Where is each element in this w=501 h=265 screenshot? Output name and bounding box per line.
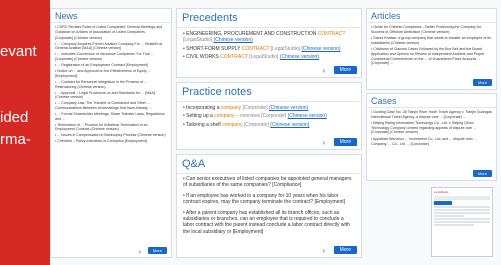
- precedents-more-button[interactable]: More: [333, 66, 357, 74]
- qa-next-arrow-icon[interactable]: ›: [322, 247, 325, 255]
- page-thumbnail[interactable]: LexisNexis: [431, 187, 493, 257]
- practice-note-item-text: • Setting up a: [183, 113, 215, 120]
- precedent-item-text: • SHORT-FORM SUPPLY: [183, 45, 242, 52]
- thumbnail-line: [434, 206, 490, 208]
- practice-note-item-keyword[interactable]: company: [214, 113, 234, 119]
- practice-note-item-tag: – overview [Corporate]: [234, 113, 288, 120]
- practice-note-item-link[interactable]: (Chinese version): [270, 122, 309, 128]
- precedents-next-arrow-icon[interactable]: ›: [322, 67, 325, 75]
- practice-note-item[interactable]: • Tailoring a shelf company [Corporate] …: [177, 121, 361, 129]
- cases-title: Cases: [367, 94, 496, 108]
- practice-note-item-text: • Tailoring a shelf: [183, 121, 223, 128]
- practice-note-item-text: • Incorporating a: [183, 105, 221, 111]
- practice-notes-more-button[interactable]: More: [333, 138, 357, 146]
- thumbnail-line: [434, 224, 474, 226]
- precedents-list: • ENGINEERING, PROCUREMENT AND CONSTRUCT…: [177, 28, 361, 62]
- articles-item[interactable]: • Guide for Chinese Companies – Better P…: [367, 25, 496, 34]
- news-title: News: [51, 9, 171, 23]
- practice-note-item-keyword[interactable]: company: [221, 105, 241, 111]
- articles-item[interactable]: • Criticisms of Clauses Cases Followed b…: [367, 47, 496, 65]
- overlay-line: ided: [0, 109, 29, 126]
- thumbnail-logo: LexisNexis: [434, 190, 449, 194]
- thumbnail-line: [434, 221, 490, 223]
- cases-item[interactable]: • Guiding Case No. 28 Tianjin River Yout…: [367, 110, 496, 119]
- news-item[interactable]: • Termination of ... Process for Unilate…: [51, 123, 171, 132]
- practice-note-item[interactable]: • Incorporating a company [Corporate] (C…: [177, 104, 361, 112]
- news-item[interactable]: • ... Company Acquires French Aviation C…: [51, 42, 171, 51]
- overlay-line: evant: [0, 43, 37, 60]
- precedent-item[interactable]: • SHORT-FORM SUPPLY CONTRACT [LegalStudi…: [177, 45, 361, 53]
- qa-title: Q&A: [177, 155, 361, 174]
- precedent-item-tag: [LegalStudio]: [183, 37, 214, 44]
- news-more-button[interactable]: More: [147, 247, 167, 254]
- thumbnail-line: [434, 215, 464, 217]
- articles-list: • Guide for Chinese Companies – Better P…: [367, 23, 496, 66]
- cases-panel: Cases • Guiding Case No. 28 Tianjin Rive…: [366, 93, 497, 181]
- precedent-item-tag: [LegalStudio]: [247, 54, 280, 61]
- practice-note-item-link[interactable]: (Chinese version): [288, 113, 327, 119]
- practice-note-item-keyword[interactable]: company: [222, 122, 242, 128]
- practice-note-item[interactable]: • Setting up a company – overview [Corpo…: [177, 112, 361, 120]
- cases-list: • Guiding Case No. 28 Tianjin River Yout…: [367, 108, 496, 146]
- cases-item[interactable]: • Beijing Rising Information Technology …: [367, 121, 496, 135]
- precedent-item[interactable]: • CIVIL WORKS CONTRACT [LegalStudio] (Ch…: [177, 53, 361, 61]
- thumbnail-line: [434, 218, 490, 220]
- precedent-item-keyword[interactable]: CONTRACT: [242, 46, 270, 52]
- news-item[interactable]: • ... Approval – Legal Provisions on and…: [51, 91, 171, 100]
- thumbnail-button: [434, 201, 452, 205]
- precedent-item-keyword[interactable]: CONTRACT: [220, 54, 248, 60]
- practice-note-item-tag: [Corporate]: [241, 105, 269, 111]
- practice-note-item-link[interactable]: (Chinese version): [269, 105, 308, 111]
- precedent-item-tag: [LegalStudio]: [269, 45, 302, 52]
- page: News • CSRC Revises Rules of Listed Comp…: [0, 0, 501, 265]
- qa-item[interactable]: • After a parent company has established…: [177, 209, 361, 237]
- news-item[interactable]: • ... Issues in Compensation in Bankrupt…: [51, 133, 171, 138]
- articles-more-button[interactable]: More: [472, 79, 492, 86]
- qa-item[interactable]: • If an employee has worked in a company…: [177, 192, 361, 207]
- news-panel: News • CSRC Revises Rules of Listed Comp…: [50, 8, 172, 258]
- articles-title: Articles: [367, 9, 496, 23]
- articles-panel: Articles • Guide for Chinese Companies –…: [366, 8, 497, 90]
- precedent-item[interactable]: • ENGINEERING, PROCUREMENT AND CONSTRUCT…: [177, 30, 361, 45]
- news-item[interactable]: • ... Contract for Personnel Integration…: [51, 80, 171, 89]
- news-item[interactable]: • ... Registration of an Employment Cont…: [51, 63, 171, 68]
- news-item[interactable]: • ... Company Law: The Transfer of Contr…: [51, 101, 171, 110]
- news-item[interactable]: • Notice on ... and Approval on the Effe…: [51, 69, 171, 78]
- articles-item[interactable]: • Saloni Khaitan: a group company that w…: [367, 36, 496, 45]
- precedent-item-link[interactable]: (Chinese version): [280, 54, 319, 60]
- practice-note-item-tag: [Corporate]: [242, 121, 271, 128]
- thumbnail-header-bar: [434, 196, 490, 200]
- cases-more-button[interactable]: More: [472, 170, 492, 177]
- qa-more-button[interactable]: More: [333, 246, 357, 254]
- news-item[interactable]: • CSRC Revises Rules of Listed Companies…: [51, 25, 171, 34]
- precedent-item-text: • ENGINEERING, PROCUREMENT AND CONSTRUCT…: [183, 31, 318, 37]
- precedent-item-link[interactable]: (Chinese version): [214, 37, 253, 43]
- qa-item[interactable]: • Can senior executives of listed compan…: [177, 175, 361, 190]
- cases-item[interactable]: • Appellant Wenzhou ... Investment Co., …: [367, 137, 496, 146]
- qa-list: • Can senior executives of listed compan…: [177, 174, 361, 236]
- practice-notes-title: Practice notes: [177, 83, 361, 102]
- precedents-title: Precedents: [177, 9, 361, 28]
- precedent-item-link[interactable]: (Chinese version): [301, 46, 340, 52]
- precedent-item-text: • CIVIL WORKS: [183, 54, 221, 61]
- thumbnail-line: [434, 209, 490, 211]
- thumbnail-line: [434, 212, 490, 214]
- news-item[interactable]: [Corporate] (Chinese version): [51, 36, 171, 41]
- precedent-item-keyword[interactable]: CONTRACT: [318, 31, 346, 37]
- overlay-banner: evant ided rma-: [0, 0, 50, 265]
- qa-panel: Q&A • Can senior executives of listed co…: [176, 154, 362, 258]
- news-list: • CSRC Revises Rules of Listed Companies…: [51, 23, 171, 144]
- precedents-panel: Precedents • ENGINEERING, PROCUREMENT AN…: [176, 8, 362, 78]
- practice-notes-list: • Incorporating a company [Corporate] (C…: [177, 102, 361, 129]
- news-next-arrow-icon[interactable]: ›: [138, 248, 141, 256]
- news-item[interactable]: • Checklist – Policy Indicators of Corru…: [51, 139, 171, 144]
- practice-notes-next-arrow-icon[interactable]: ›: [322, 139, 325, 147]
- overlay-line: rma-: [0, 131, 31, 148]
- practice-notes-panel: Practice notes • Incorporating a company…: [176, 82, 362, 150]
- news-item[interactable]: • ... Indicates Conversion of Insurance …: [51, 52, 171, 61]
- news-item[interactable]: • ... Formal Shareholder Meetings: Share…: [51, 112, 171, 121]
